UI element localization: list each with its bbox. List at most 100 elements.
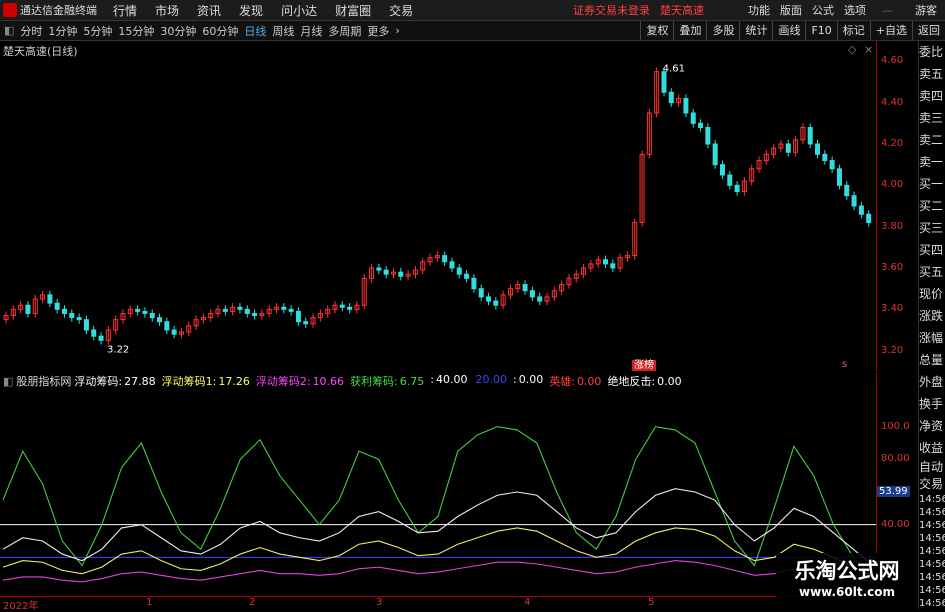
menu-caifuquan[interactable]: 财富圈 (335, 2, 371, 19)
candle-body (719, 164, 725, 176)
menu-gongneng[interactable]: 功能 (748, 2, 770, 18)
period-more[interactable]: 更多 (367, 23, 389, 39)
price-tick-label: 4.40 (881, 96, 904, 108)
menu-shichang[interactable]: 市场 (155, 2, 179, 19)
indicator-tick-label: 100.0 (881, 420, 910, 432)
watermark: 乐淘公式网 www.60lt.com (776, 553, 918, 609)
chevron-right-icon[interactable]: › (395, 24, 399, 37)
menu-faxian[interactable]: 发现 (239, 2, 263, 19)
quote-panel-item: 卖一 (919, 155, 944, 169)
time-tick-label: 2022年 (3, 601, 39, 612)
menu-wenxiaoda[interactable]: 问小达 (281, 2, 317, 19)
login-warning[interactable]: 证券交易未登录 (573, 2, 650, 18)
btn-diejia[interactable]: 叠加 (673, 21, 706, 40)
price-chart-pane[interactable]: 楚天高速(日线) ◇ × 4.61 3.22 涨榜 s (0, 41, 876, 371)
btn-zixuan[interactable]: +自选 (869, 21, 912, 40)
event-tag-s[interactable]: s (842, 359, 847, 370)
menu-banmian[interactable]: 版面 (780, 2, 802, 18)
candle-body (142, 310, 148, 314)
candle-body (76, 317, 82, 321)
indicator-toggle-icon[interactable]: ◧ (3, 375, 13, 388)
period-weekly[interactable]: 周线 (272, 23, 294, 39)
candle-body (25, 304, 31, 314)
user-label[interactable]: 游客 (915, 2, 937, 18)
candle-body (493, 300, 499, 306)
quote-panel-item: 14:56 (919, 559, 945, 570)
period-15min[interactable]: 15分钟 (118, 23, 154, 39)
candle-body (661, 71, 667, 93)
indicator-legend-value: 17.26 (218, 375, 250, 388)
quote-panel-item: 卖二 (919, 133, 944, 147)
quote-panel-item: 外盘 (919, 375, 944, 389)
btn-duogu[interactable]: 多股 (706, 21, 739, 40)
candle-body (383, 269, 389, 275)
minimize-icon[interactable]: — (882, 4, 893, 17)
panel-toggle-icon[interactable]: ◧ (4, 24, 14, 37)
candle-body (705, 126, 711, 145)
period-1min[interactable]: 1分钟 (48, 23, 77, 39)
indicator-pane[interactable] (0, 390, 876, 595)
candle-body (836, 168, 842, 186)
period-30min[interactable]: 30分钟 (160, 23, 196, 39)
candle-body (398, 271, 404, 277)
btn-fuquan[interactable]: 复权 (640, 21, 673, 40)
candle-body (339, 304, 345, 308)
indicator-legend-label: 浮动筹码1: (161, 375, 217, 388)
indicator-legend-item: 获利筹码: 6.75 (350, 373, 427, 389)
candle-body (829, 160, 835, 170)
btn-fanhui[interactable]: 返回 (912, 21, 945, 40)
indicator-legend-value: 0.00 (576, 375, 602, 388)
period-fenshi[interactable]: 分时 (20, 23, 42, 39)
watermark-url: www.60lt.com (798, 585, 896, 599)
indicator-legend-item: 浮动筹码: 27.88 (74, 373, 158, 389)
quote-panel-item[interactable]: 交易 (919, 476, 945, 493)
period-multi[interactable]: 多周期 (328, 23, 361, 39)
menu-jiaoyi[interactable]: 交易 (389, 2, 413, 19)
period-5min[interactable]: 5分钟 (83, 23, 112, 39)
candle-body (690, 112, 696, 124)
quote-panel-item: 总量 (919, 353, 944, 367)
quote-panel-item: 买四 (919, 243, 944, 257)
app-title: 通达信金融终端 (20, 4, 97, 17)
candle-body (376, 267, 382, 271)
candle-body (807, 126, 813, 145)
candle-body (83, 319, 89, 331)
indicator-legend-label: 浮动筹码: (74, 375, 123, 388)
candle-body (69, 312, 75, 319)
candle-body (610, 263, 616, 269)
indicator-legend-value: 6.75 (399, 375, 425, 388)
candle-body (734, 184, 740, 193)
candle-body (171, 329, 177, 335)
quote-panel-item: 买五 (919, 265, 944, 279)
indicator-name[interactable]: 股朋指标网 (16, 373, 71, 389)
candle-body (683, 98, 689, 114)
btn-huaxian[interactable]: 画线 (772, 21, 805, 40)
quote-panel-item: 买二 (919, 199, 944, 213)
indicator-legend-label: 获利筹码: (350, 375, 398, 388)
btn-tongji[interactable]: 统计 (739, 21, 772, 40)
quote-panel-item[interactable]: 自动 (919, 459, 945, 476)
candle-body (288, 308, 294, 312)
menu-zixun[interactable]: 资讯 (197, 2, 221, 19)
menu-xuanxiang[interactable]: 选项 (844, 2, 866, 18)
menu-bar: 通达信金融终端 行情 市场 资讯 发现 问小达 财富圈 交易 证券交易未登录 楚… (0, 0, 945, 21)
menu-gongshi[interactable]: 公式 (812, 2, 834, 18)
indicator-legend-label: : (430, 373, 434, 386)
btn-biaoji[interactable]: 标记 (836, 21, 870, 40)
indicator-legend-value: 0.00 (657, 375, 682, 388)
quote-panel-item: 委比 (919, 45, 944, 59)
candle-body (727, 174, 733, 186)
menu-hangqing[interactable]: 行情 (113, 2, 137, 19)
event-tag-zhangbang[interactable]: 涨榜 (632, 360, 656, 371)
candle-body (602, 259, 608, 265)
indicator-current-badge: 53.99 (877, 486, 910, 497)
quote-panel-item: 卖五 (919, 67, 944, 81)
period-60min[interactable]: 60分钟 (202, 23, 238, 39)
indicator-legend-value: 27.88 (124, 375, 156, 388)
candle-body (522, 284, 528, 292)
quote-panel-item: 净资 (919, 419, 944, 433)
period-daily[interactable]: 日线 (244, 23, 266, 39)
period-monthly[interactable]: 月线 (300, 23, 322, 39)
btn-f10[interactable]: F10 (805, 21, 836, 40)
candle-body (815, 143, 821, 155)
